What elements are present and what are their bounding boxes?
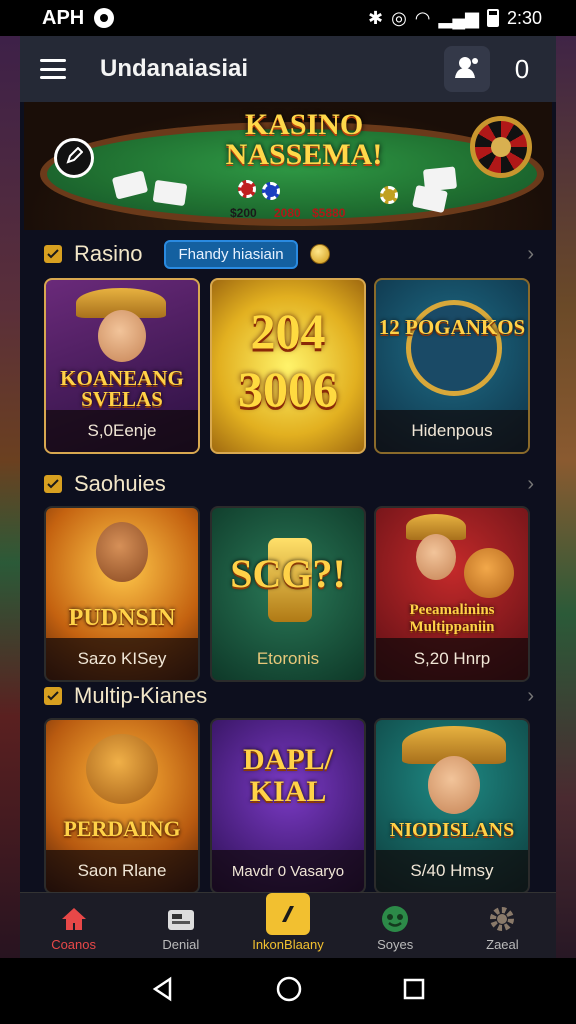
hamburger-menu-icon[interactable]: [40, 59, 66, 79]
checkbox-icon: [44, 475, 62, 493]
chat-icon: [380, 905, 410, 933]
game-title: PUDNSIN: [68, 605, 176, 631]
wallet-button[interactable]: 0: [502, 46, 542, 92]
checkbox-icon: [44, 245, 62, 263]
back-icon[interactable]: [150, 976, 176, 1007]
zero-icon: 0: [514, 53, 530, 84]
game-subtitle: S,0Eenje: [46, 410, 198, 452]
game-art: [376, 280, 528, 412]
home-icon: [59, 905, 89, 933]
section-header-rasino[interactable]: Rasino Fhandy hiasiain ›: [44, 238, 534, 270]
system-navigation-bar: [0, 958, 576, 1024]
nav-item-denial[interactable]: Denial: [127, 893, 234, 958]
game-title: DAPL/ KIAL: [243, 743, 333, 808]
banner-title-line1: KASINO: [244, 108, 364, 141]
status-bar: APH ✱ ◎ ◠ ▂▄▆ 2:30: [0, 0, 576, 36]
game-tile[interactable]: DAPL/ KIAL Mavdr 0 Vasaryo: [210, 718, 366, 894]
background-right: [554, 0, 576, 1024]
section-title: Multip-Kianes: [74, 683, 208, 708]
game-subtitle: Etoronis: [256, 649, 320, 668]
profile-button[interactable]: [444, 46, 490, 92]
app-window: Undanaiasiai 0 KASINO NASSEMA! $200 2080…: [20, 36, 556, 958]
alarm-icon: ◎: [391, 7, 407, 28]
notification-icon: [94, 8, 115, 28]
game-title: NIODISLANS: [389, 819, 515, 841]
game-title: Peeamalinins Multippaniin: [409, 602, 495, 635]
wifi-icon: ◠: [414, 7, 431, 28]
signal-icon: ▂▄▆: [438, 7, 479, 28]
banner-title: KASINO NASSEMA!: [204, 110, 404, 170]
banner-amount: $5880: [312, 206, 346, 220]
game-subtitle: Saon Rlane: [46, 850, 198, 892]
ticket-icon: [266, 893, 310, 935]
nav-label: Zaeal: [486, 937, 519, 952]
banner-title-line2: NASSEMA!: [225, 138, 383, 171]
nav-label: Soyes: [377, 937, 414, 952]
section-header-saohuies[interactable]: Saohuies ›: [44, 468, 534, 500]
game-title: 12 POGANKOS: [378, 315, 526, 339]
game-tile[interactable]: Peeamalinins Multippaniin S,20 Hnrp: [374, 506, 530, 682]
chip-art: [238, 180, 256, 198]
coin-icon: [309, 244, 330, 264]
game-subtitle: S,20 Hnrp: [376, 638, 528, 680]
section-header-multip-kianes[interactable]: Multip-Kianes ›: [44, 680, 534, 712]
app-header: Undanaiasiai 0: [20, 36, 556, 102]
card-art: [152, 179, 188, 207]
game-title: SCG?!: [230, 551, 346, 596]
wallet-icon: [166, 905, 196, 933]
battery-icon: [486, 9, 499, 27]
bluetooth-icon: ✱: [367, 7, 384, 28]
game-subtitle: Sazo KISey: [46, 638, 198, 680]
nav-item-zaeal[interactable]: Zaeal: [449, 893, 556, 958]
section-title: Rasino: [74, 241, 143, 266]
nav-item-soyes[interactable]: Soyes: [342, 893, 449, 958]
chip-art: [262, 182, 280, 200]
banner-amount: 2080: [274, 206, 301, 220]
game-title: KOANEANG SVELAS: [60, 366, 184, 411]
game-subtitle: S/40 Hmsy: [376, 850, 528, 892]
game-tile[interactable]: 12 POGANKOS Hidenpous: [374, 278, 530, 454]
user-icon: [454, 55, 480, 84]
chevron-right-icon[interactable]: ›: [527, 685, 534, 708]
promo-pill[interactable]: Fhandy hiasiain: [164, 239, 298, 269]
game-tile[interactable]: 204 3006: [210, 278, 366, 454]
game-tile[interactable]: SCG?! Etoronis: [210, 506, 366, 682]
nav-label: Coanos: [51, 937, 96, 952]
gear-icon: [487, 905, 517, 933]
banner-amount: $200: [230, 206, 257, 220]
chevron-right-icon[interactable]: ›: [527, 473, 534, 496]
promo-banner[interactable]: KASINO NASSEMA! $200 2080 $5880: [24, 102, 552, 230]
game-title: PERDAING: [63, 816, 181, 841]
section-title: Saohuies: [74, 471, 166, 496]
game-tile[interactable]: NIODISLANS S/40 Hmsy: [374, 718, 530, 894]
app-title: Undanaiasiai: [100, 55, 249, 82]
nav-label: Denial: [162, 937, 200, 952]
banner-action-button[interactable]: [54, 138, 94, 178]
nav-item-coanos[interactable]: Coanos: [20, 893, 127, 958]
pencil-icon: [65, 146, 84, 170]
carrier-label: APH: [42, 6, 85, 29]
chevron-right-icon[interactable]: ›: [527, 243, 534, 266]
nav-label: InkonBlaany: [252, 937, 324, 952]
game-tile[interactable]: PERDAING Saon Rlane: [44, 718, 200, 894]
checkbox-icon: [44, 687, 62, 705]
nav-item-inkonblaany[interactable]: InkonBlaany: [234, 893, 341, 958]
game-tile[interactable]: KOANEANG SVELAS S,0Eenje: [44, 278, 200, 454]
background-left: [0, 0, 22, 1024]
game-title: 204 3006: [238, 303, 338, 417]
game-subtitle: Mavdr 0 Vasaryo: [212, 850, 364, 892]
game-tile[interactable]: PUDNSIN Sazo KISey: [44, 506, 200, 682]
roulette-wheel-art: [470, 116, 532, 178]
clock: 2:30: [506, 7, 542, 28]
game-subtitle: Hidenpous: [376, 410, 528, 452]
home-circle-icon[interactable]: [275, 975, 303, 1008]
recents-icon[interactable]: [402, 977, 426, 1006]
bottom-navigation: Coanos Denial InkonBlaany Soyes Zaeal: [20, 892, 556, 958]
chip-art: [380, 186, 398, 204]
